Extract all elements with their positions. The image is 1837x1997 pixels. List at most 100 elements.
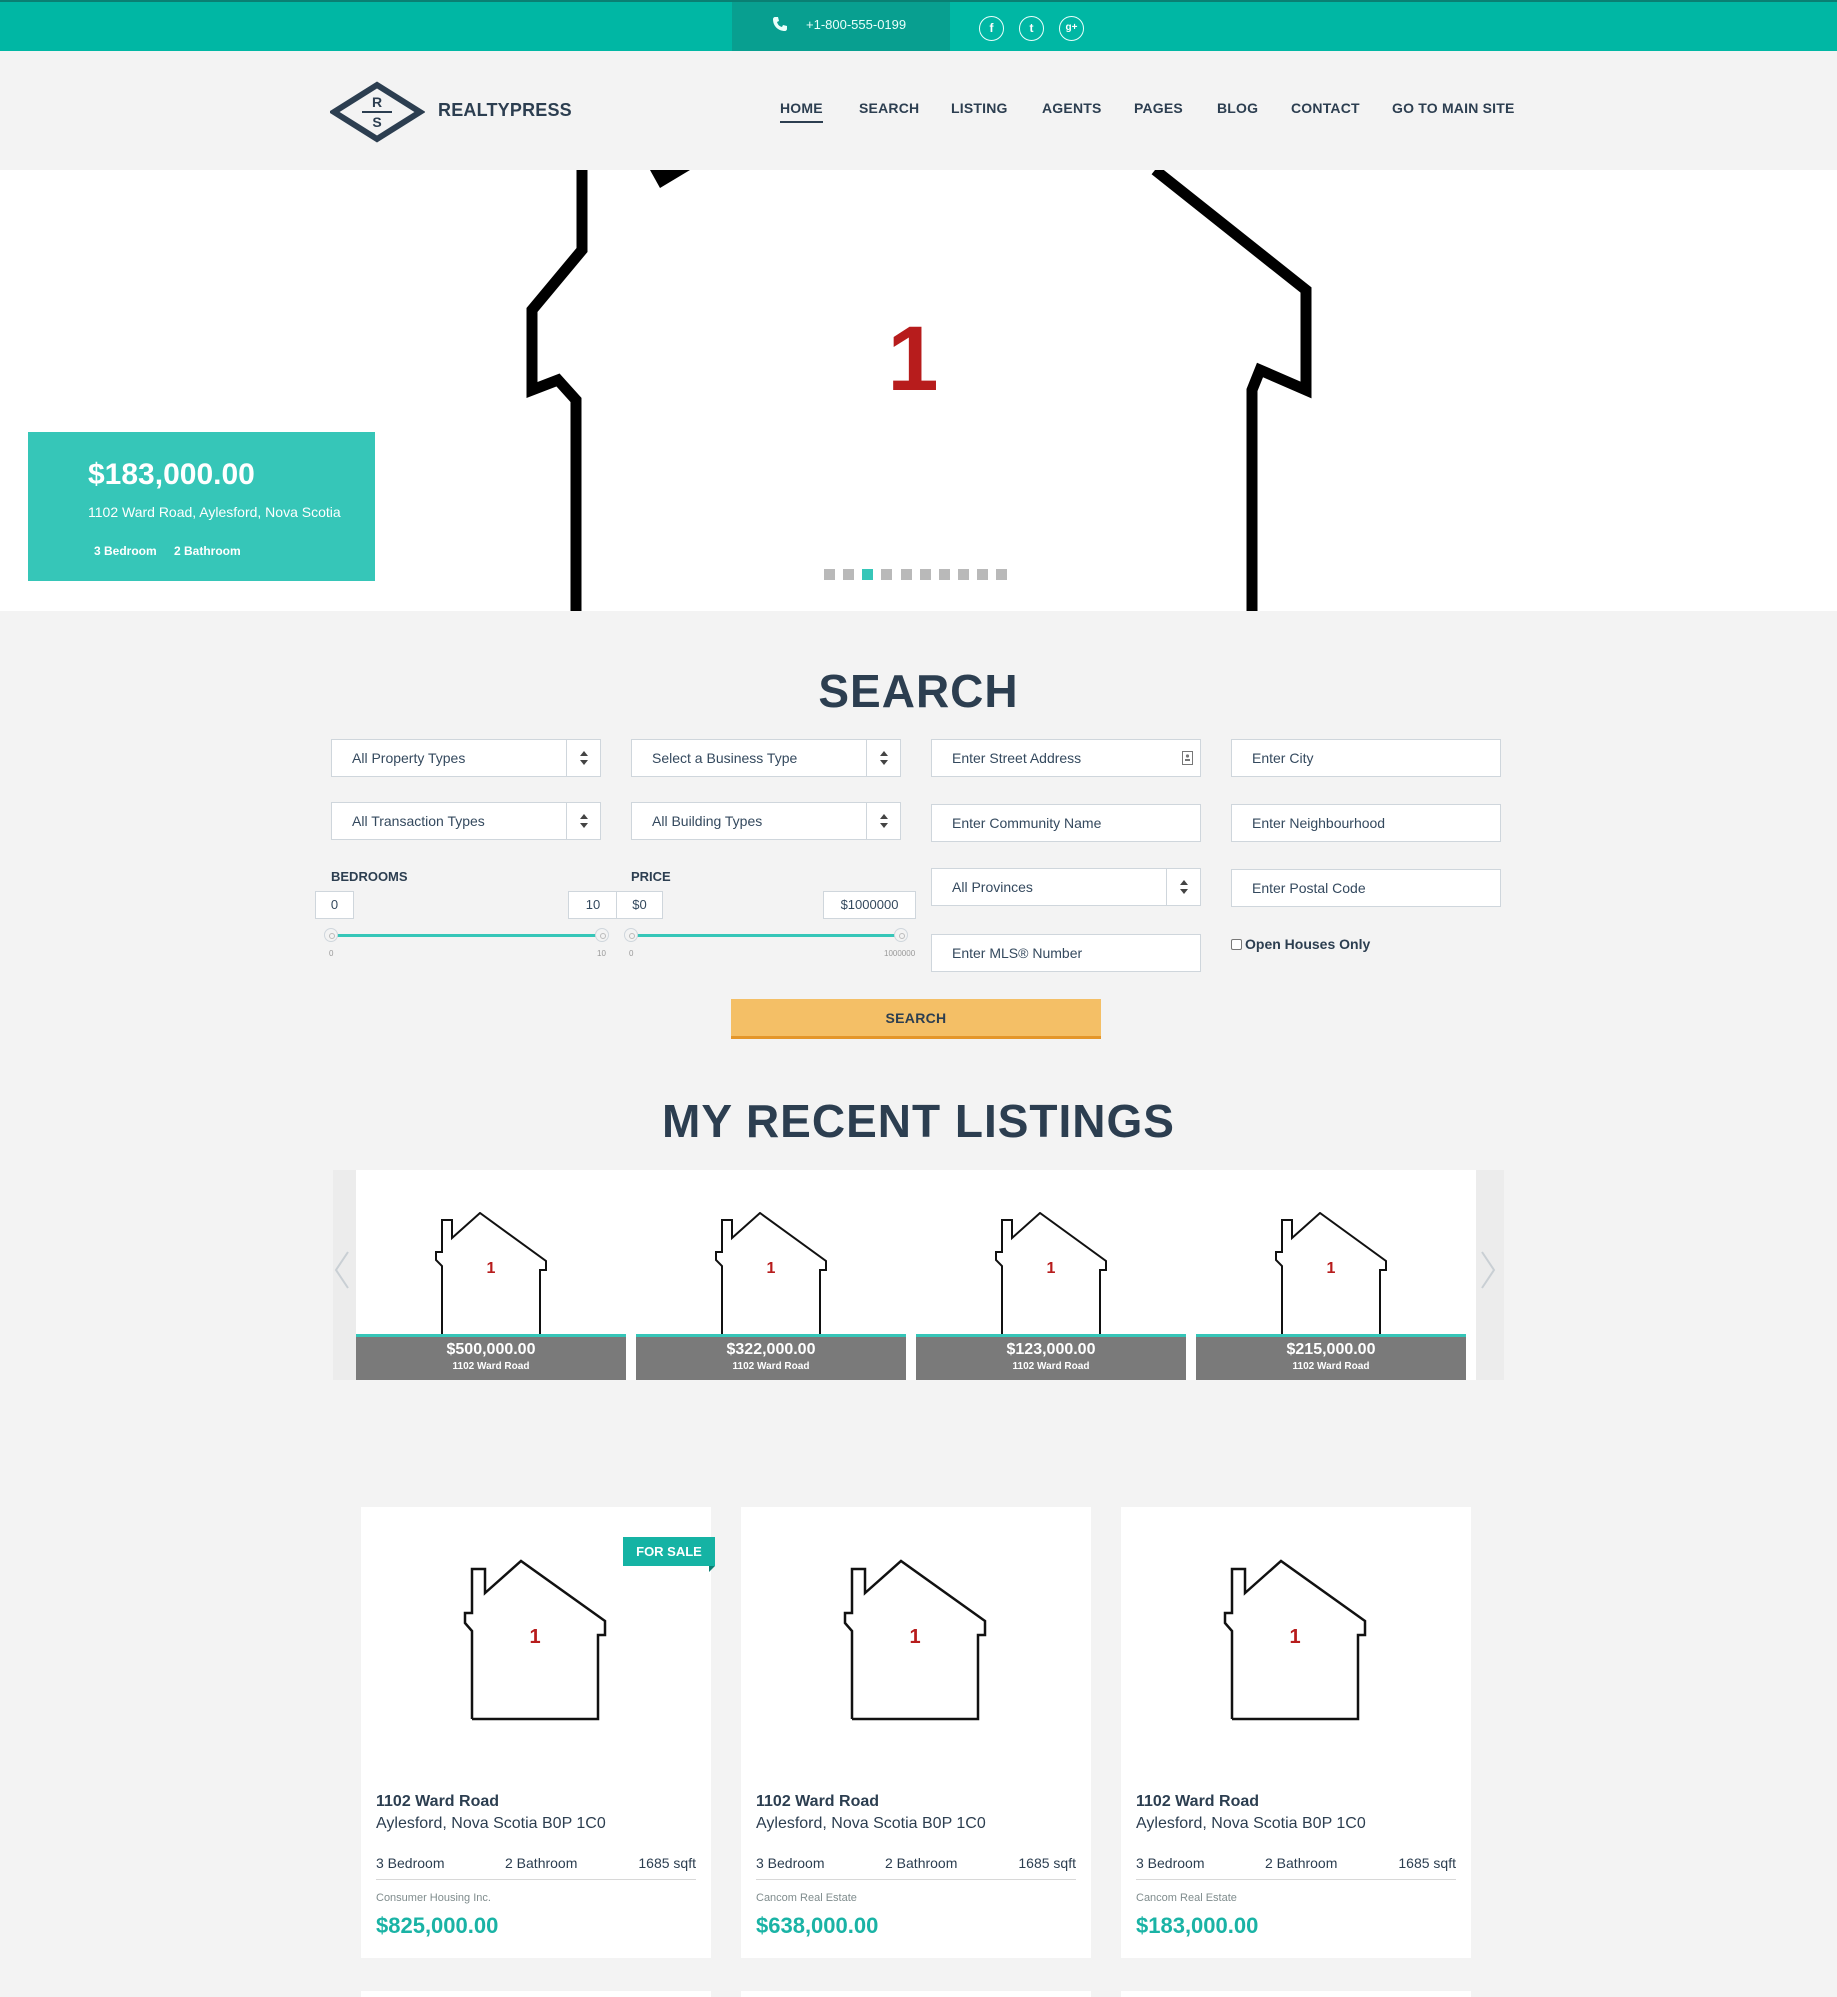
carousel-item[interactable]: 1 $322,000.00 1102 Ward Road — [636, 1170, 906, 1380]
carousel-prev-icon[interactable] — [334, 1250, 350, 1290]
property-type-select[interactable]: All Property Types — [331, 739, 601, 777]
building-type-value: All Building Types — [652, 813, 763, 829]
bedrooms-max-handle[interactable] — [595, 928, 609, 942]
neighbourhood-input[interactable]: Enter Neighbourhood — [1231, 804, 1501, 842]
nav-listing[interactable]: LISTING — [951, 100, 1008, 116]
card-price: $183,000.00 — [1136, 1913, 1259, 1938]
phone-box[interactable]: +1-800-555-0199 — [732, 2, 950, 51]
hero-slider[interactable]: 1 $183,000.00 1102 Ward Road, Aylesford,… — [0, 170, 1837, 611]
slide-dot[interactable] — [920, 569, 931, 580]
carousel-price: $322,000.00 — [726, 1341, 816, 1358]
bedrooms-max-tick: 10 — [597, 949, 606, 958]
thumbnail-number: 1 — [1047, 1260, 1056, 1277]
hero-price-box[interactable]: $183,000.00 1102 Ward Road, Aylesford, N… — [28, 432, 375, 581]
google-plus-icon[interactable]: g+ — [1059, 16, 1084, 41]
card-divider — [756, 1879, 1076, 1880]
card-price: $825,000.00 — [376, 1913, 499, 1938]
card-bedrooms: 3 Bedroom — [756, 1855, 825, 1871]
carousel-address: 1102 Ward Road — [732, 1361, 810, 1372]
street-address-input[interactable]: Enter Street Address — [931, 739, 1201, 777]
search-title: SEARCH — [818, 665, 1019, 717]
community-input[interactable]: Enter Community Name — [931, 804, 1201, 842]
carousel-next-icon[interactable] — [1480, 1250, 1496, 1290]
carousel-item[interactable]: 1 $123,000.00 1102 Ward Road — [916, 1170, 1186, 1380]
building-type-select[interactable]: All Building Types — [631, 802, 901, 840]
slide-dot[interactable] — [996, 569, 1007, 580]
price-max-handle[interactable] — [894, 928, 908, 942]
slide-dot[interactable] — [881, 569, 892, 580]
card-street[interactable]: 1102 Ward Road — [756, 1793, 879, 1811]
card-city: Aylesford, Nova Scotia B0P 1C0 — [756, 1815, 986, 1832]
slide-dot[interactable] — [977, 569, 988, 580]
slide-dot[interactable] — [958, 569, 969, 580]
select-caret-icon — [866, 740, 900, 776]
house-thumbnail-icon: 1 — [1275, 1212, 1387, 1334]
carousel-track: 1 $500,000.00 1102 Ward Road 1 $322,000.0… — [356, 1170, 1476, 1380]
logo-icon[interactable]: R S — [330, 81, 425, 143]
price-range-track[interactable] — [633, 934, 903, 937]
for-sale-badge: FOR SALE — [623, 1537, 715, 1572]
price-label: PRICE — [631, 869, 671, 884]
transaction-type-select[interactable]: All Transaction Types — [331, 802, 601, 840]
hero-price: $183,000.00 — [88, 458, 255, 491]
carousel-address: 1102 Ward Road — [452, 1361, 530, 1372]
card-city: Aylesford, Nova Scotia B0P 1C0 — [1136, 1815, 1366, 1832]
nav-search[interactable]: SEARCH — [859, 100, 919, 116]
twitter-icon[interactable]: t — [1019, 16, 1044, 41]
slide-dot[interactable] — [843, 569, 854, 580]
mls-number-input[interactable]: Enter MLS® Number — [931, 934, 1201, 972]
house-thumbnail-icon: 1 — [995, 1212, 1107, 1334]
card-divider — [376, 1879, 696, 1880]
listing-card[interactable]: 1 1102 Ward Road Aylesford, Nova Scotia … — [741, 1507, 1091, 1958]
price-min-handle[interactable] — [624, 928, 638, 942]
search-button[interactable]: SEARCH — [731, 999, 1101, 1039]
house-thumbnail-icon: 1 — [715, 1212, 827, 1334]
card-bedrooms: 3 Bedroom — [1136, 1855, 1205, 1871]
phone-icon — [773, 17, 787, 31]
transaction-type-value: All Transaction Types — [352, 813, 485, 829]
postal-code-input[interactable]: Enter Postal Code — [1231, 869, 1501, 907]
card-street[interactable]: 1102 Ward Road — [376, 1793, 499, 1811]
carousel-item[interactable]: 1 $500,000.00 1102 Ward Road — [356, 1170, 626, 1380]
listing-card-next-row — [1121, 1991, 1471, 1997]
nav-blog[interactable]: BLOG — [1217, 100, 1258, 116]
price-max-value: $1000000 — [823, 891, 916, 919]
bedrooms-range-track[interactable] — [333, 934, 603, 937]
carousel-item[interactable]: 1 $215,000.00 1102 Ward Road — [1196, 1170, 1466, 1380]
province-select[interactable]: All Provinces — [931, 868, 1201, 906]
city-input[interactable]: Enter City — [1231, 739, 1501, 777]
listing-card-next-row — [361, 1991, 711, 1997]
nav-main-site[interactable]: GO TO MAIN SITE — [1392, 100, 1515, 116]
brand-name[interactable]: REALTYPRESS — [438, 100, 572, 121]
slide-dot[interactable] — [824, 569, 835, 580]
card-city: Aylesford, Nova Scotia B0P 1C0 — [376, 1815, 606, 1832]
slide-dot[interactable] — [901, 569, 912, 580]
card-bedrooms: 3 Bedroom — [376, 1855, 445, 1871]
nav-home[interactable]: HOME — [780, 100, 823, 123]
slide-dot[interactable] — [939, 569, 950, 580]
bedrooms-label: BEDROOMS — [331, 869, 408, 884]
checkbox-box[interactable] — [1231, 939, 1242, 950]
business-type-value: Select a Business Type — [652, 750, 798, 766]
nav-pages[interactable]: PAGES — [1134, 100, 1183, 116]
card-broker: Cancom Real Estate — [756, 1892, 857, 1904]
card-street[interactable]: 1102 Ward Road — [1136, 1793, 1259, 1811]
open-houses-checkbox[interactable]: Open Houses Only — [1231, 936, 1370, 952]
listing-card[interactable]: 1 FOR SALE 1102 Ward Road Aylesford, Nov… — [361, 1507, 715, 1958]
facebook-icon[interactable]: f — [979, 16, 1004, 41]
card-price: $638,000.00 — [756, 1913, 879, 1938]
hero-image-number: 1 — [887, 308, 938, 410]
nav-agents[interactable]: AGENTS — [1042, 100, 1102, 116]
carousel-address: 1102 Ward Road — [1012, 1361, 1090, 1372]
listing-card[interactable]: 1 1102 Ward Road Aylesford, Nova Scotia … — [1121, 1507, 1471, 1958]
bedrooms-min-handle[interactable] — [324, 928, 338, 942]
slide-dot-active[interactable] — [862, 569, 873, 580]
card-bathrooms: 2 Bathroom — [505, 1855, 578, 1871]
card-divider — [1136, 1879, 1456, 1880]
nav-contact[interactable]: CONTACT — [1291, 100, 1360, 116]
listing-card-next-row — [741, 1991, 1091, 1997]
select-caret-icon — [566, 740, 600, 776]
card-image-number: 1 — [529, 1626, 540, 1648]
business-type-select[interactable]: Select a Business Type — [631, 739, 901, 777]
hero-bathrooms: 2 Bathroom — [174, 544, 241, 558]
